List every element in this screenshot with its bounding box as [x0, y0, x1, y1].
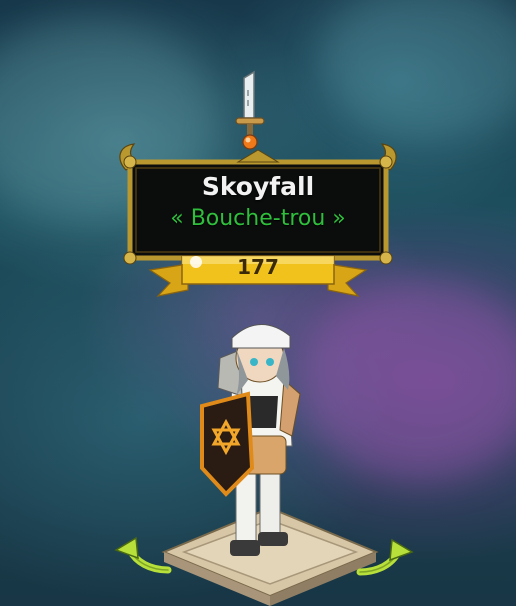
character-title: « Bouche-trou » [170, 206, 346, 231]
rotate-right-arrow-icon[interactable] [356, 534, 418, 576]
rotate-left-arrow-icon[interactable] [110, 532, 172, 574]
character-avatar[interactable] [196, 318, 312, 570]
character-name: Skoyfall [201, 172, 315, 201]
character-showcase-panel: Skoyfall « Bouche-trou » 177 [0, 0, 516, 606]
character-level: 177 [237, 255, 279, 279]
